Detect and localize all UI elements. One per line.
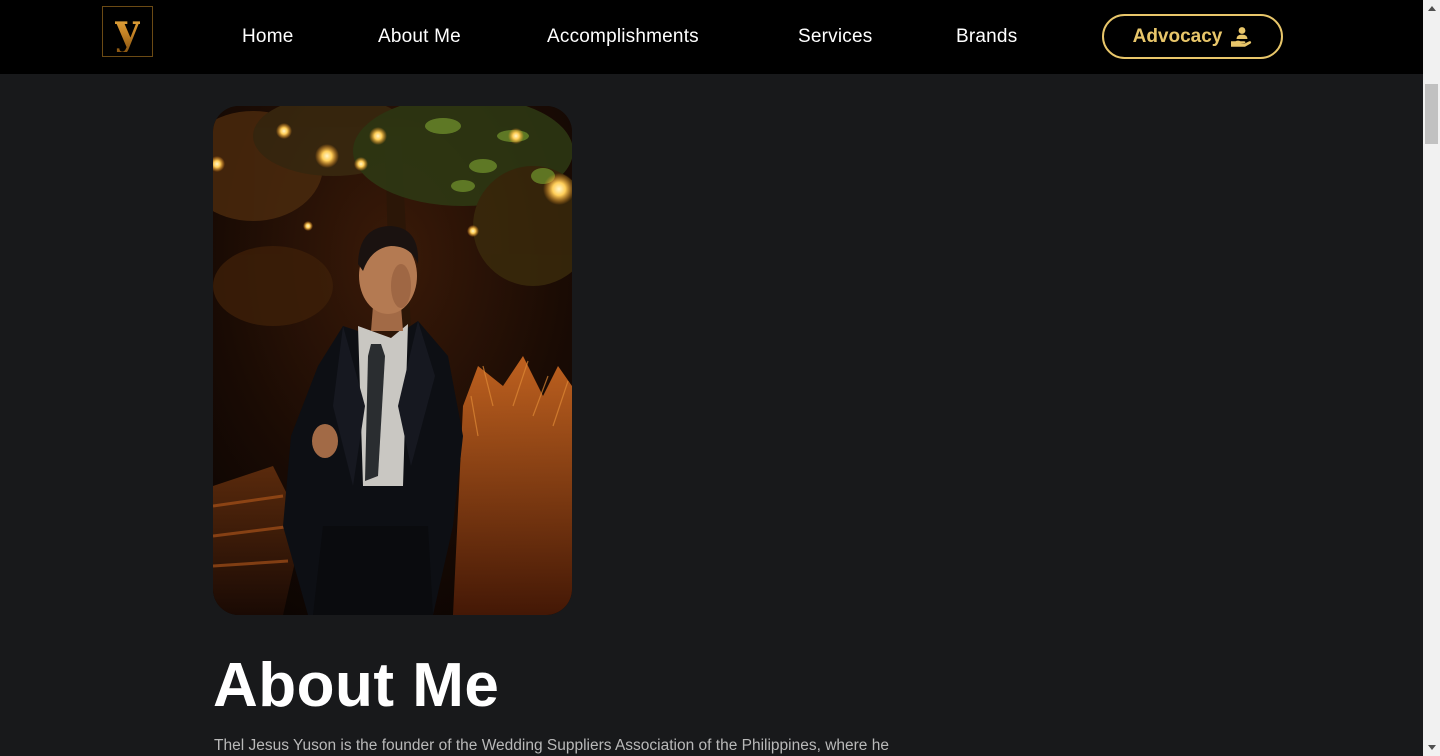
nav-link-services[interactable]: Services: [798, 24, 872, 50]
advocacy-button-label: Advocacy: [1132, 25, 1223, 47]
nav-link-home[interactable]: Home: [242, 24, 293, 50]
portrait-image: [213, 106, 572, 615]
logo[interactable]: y: [102, 6, 153, 57]
logo-letter: y: [114, 3, 141, 55]
about-heading: About Me: [213, 651, 500, 720]
browser-viewport: y Home About Me Accomplishments Services…: [0, 0, 1440, 756]
scrollbar-thumb[interactable]: [1425, 84, 1438, 144]
nav-link-brands[interactable]: Brands: [956, 24, 1017, 50]
about-paragraph: Thel Jesus Yuson is the founder of the W…: [214, 737, 889, 754]
advocacy-button[interactable]: Advocacy: [1102, 14, 1283, 59]
navbar: y Home About Me Accomplishments Services…: [0, 0, 1423, 74]
page: y Home About Me Accomplishments Services…: [0, 0, 1423, 756]
hand-holding-person-icon: [1231, 26, 1252, 47]
nav-link-about-me[interactable]: About Me: [378, 24, 461, 50]
portrait-photo: [213, 106, 572, 615]
nav-link-accomplishments[interactable]: Accomplishments: [547, 24, 699, 50]
scroll-up-arrow-icon[interactable]: [1423, 0, 1440, 17]
vertical-scrollbar[interactable]: [1423, 0, 1440, 756]
scroll-down-arrow-icon[interactable]: [1423, 739, 1440, 756]
